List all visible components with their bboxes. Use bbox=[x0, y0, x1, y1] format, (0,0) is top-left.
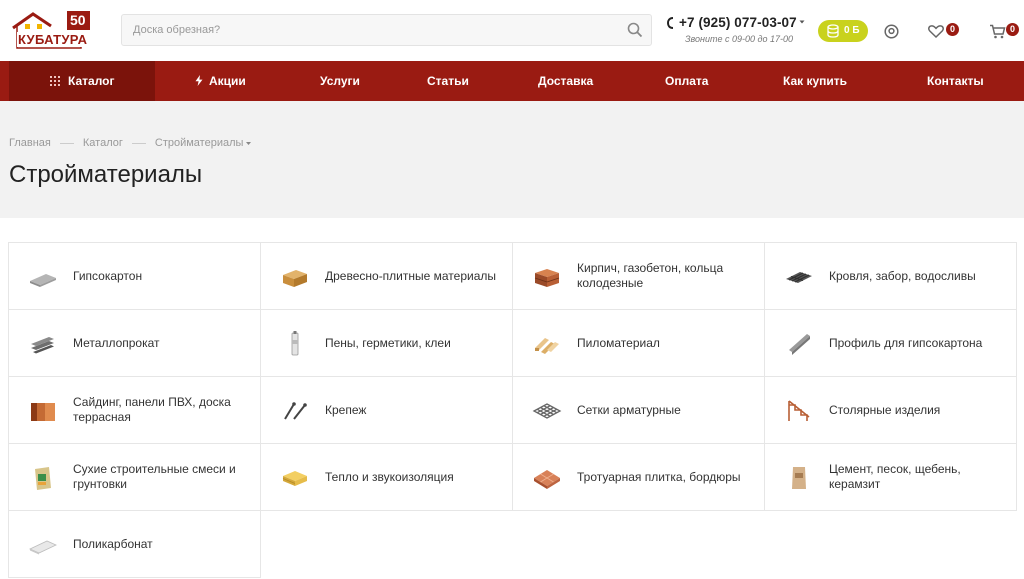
nav-item-label: Контакты bbox=[927, 74, 984, 88]
nav-item-services[interactable]: Услуги bbox=[320, 61, 360, 101]
category-label: Пены, герметики, клеи bbox=[325, 335, 451, 350]
metal-profile-icon bbox=[31, 337, 54, 354]
category-card[interactable]: Поликарбонат bbox=[8, 510, 261, 578]
category-label: Сетки арматурные bbox=[577, 402, 681, 417]
favorites-count-badge: 0 bbox=[946, 23, 959, 36]
drywall-icon bbox=[30, 274, 56, 287]
cart-count-badge: 0 bbox=[1006, 23, 1019, 36]
main-nav: Каталог Акции Услуги Статьи Доставка Опл… bbox=[0, 61, 1024, 101]
nav-item-articles[interactable]: Статьи bbox=[427, 61, 469, 101]
bonus-balance: 0 Б bbox=[844, 25, 860, 36]
dry-mix-bag-icon bbox=[35, 467, 51, 490]
grid-menu-icon bbox=[50, 76, 60, 86]
siding-icon bbox=[31, 403, 55, 421]
phone-number[interactable]: +7 (925) 077-03-07 bbox=[679, 15, 797, 30]
category-card[interactable]: Столярные изделия bbox=[764, 376, 1017, 444]
category-card[interactable]: Профиль для гипсокартона bbox=[764, 309, 1017, 377]
coins-icon bbox=[827, 24, 839, 38]
paving-tile-icon bbox=[534, 470, 560, 489]
nav-item-label: Услуги bbox=[320, 74, 360, 88]
category-label: Гипсокартон bbox=[73, 268, 143, 283]
category-card[interactable]: Тепло и звукоизоляция bbox=[260, 443, 513, 511]
nav-item-how-to-buy[interactable]: Как купить bbox=[783, 61, 847, 101]
category-label: Кровля, забор, водосливы bbox=[829, 268, 976, 283]
category-label: Пиломатериал bbox=[577, 335, 660, 350]
chevron-down-icon[interactable] bbox=[246, 141, 252, 146]
user-account-icon[interactable] bbox=[884, 24, 899, 39]
nav-item-label: Оплата bbox=[665, 74, 709, 88]
category-label: Крепеж bbox=[325, 402, 367, 417]
insulation-icon bbox=[282, 471, 307, 486]
category-card[interactable]: Крепеж bbox=[260, 376, 513, 444]
category-label: Древесно-плитные материалы bbox=[325, 268, 497, 283]
wood-board-icon bbox=[283, 270, 307, 287]
category-card[interactable]: Сетки арматурные bbox=[512, 376, 765, 444]
category-card[interactable]: Гипсокартон bbox=[8, 242, 261, 310]
phone-icon bbox=[667, 17, 674, 29]
category-label: Металлопрокат bbox=[73, 335, 160, 350]
category-label: Цемент, песок, щебень, керамзит bbox=[829, 462, 961, 491]
category-label: Поликарбонат bbox=[73, 536, 153, 551]
breadcrumb-catalog-link[interactable]: Каталог bbox=[83, 137, 123, 149]
logo-badge: 50 bbox=[70, 12, 86, 28]
category-label: Тепло и звукоизоляция bbox=[325, 469, 454, 484]
category-card[interactable]: Кровля, забор, водосливы bbox=[764, 242, 1017, 310]
page-header: Главная Каталог Стройматериалы Стройматери… bbox=[0, 101, 1024, 218]
breadcrumb-home-link[interactable]: Главная bbox=[9, 137, 51, 149]
heart-icon[interactable] bbox=[928, 25, 944, 38]
nav-item-delivery[interactable]: Доставка bbox=[538, 61, 593, 101]
category-card[interactable]: Металлопрокат bbox=[8, 309, 261, 377]
breadcrumb-separator bbox=[131, 142, 146, 144]
site-logo[interactable]: 50 КУБАТУРА bbox=[11, 10, 93, 52]
cement-bag-icon bbox=[792, 467, 806, 489]
brick-icon bbox=[534, 269, 560, 287]
category-card[interactable]: Древесно-плитные материалы bbox=[260, 242, 513, 310]
category-card[interactable]: Кирпич, газобетон, кольца колодезные bbox=[512, 242, 765, 310]
nav-item-label: Каталог bbox=[68, 74, 115, 88]
fastener-icon bbox=[284, 402, 307, 420]
category-label: Сайдинг, панели ПВХ, доска террасная bbox=[73, 395, 231, 424]
mesh-icon bbox=[532, 403, 562, 419]
site-header: 50 КУБАТУРА +7 (925) 077-03-07 Звоните с… bbox=[0, 0, 1024, 61]
chevron-down-icon[interactable] bbox=[799, 19, 805, 25]
stairs-icon bbox=[788, 400, 810, 421]
nav-item-label: Статьи bbox=[427, 74, 469, 88]
category-card[interactable]: Сухие строительные смеси и грунтовки bbox=[8, 443, 261, 511]
category-card[interactable]: Пены, герметики, клеи bbox=[260, 309, 513, 377]
search-icon[interactable] bbox=[627, 22, 643, 38]
phone-block: +7 (925) 077-03-07 Звоните с 09-00 до 17… bbox=[667, 15, 812, 47]
nav-item-promotions[interactable]: Акции bbox=[195, 61, 246, 101]
nav-item-contacts[interactable]: Контакты bbox=[927, 61, 984, 101]
search-box bbox=[121, 14, 652, 46]
breadcrumb: Главная Каталог Стройматериалы bbox=[9, 137, 252, 149]
category-label: Сухие строительные смеси и грунтовки bbox=[73, 462, 236, 491]
drywall-profile-icon bbox=[789, 334, 810, 355]
breadcrumb-current[interactable]: Стройматериалы bbox=[155, 137, 244, 149]
search-input[interactable] bbox=[122, 15, 612, 45]
cart-icon[interactable] bbox=[989, 24, 1006, 39]
lumber-icon bbox=[535, 338, 559, 354]
nav-item-label: Акции bbox=[209, 74, 246, 88]
logo-text: КУБАТУРА bbox=[17, 32, 89, 47]
working-hours: Звоните с 09-00 до 17-00 bbox=[685, 34, 794, 44]
bonus-balance-button[interactable]: 0 Б bbox=[818, 20, 868, 42]
roofing-icon bbox=[786, 272, 812, 283]
polycarbonate-icon bbox=[29, 540, 57, 555]
category-label: Столярные изделия bbox=[829, 402, 941, 417]
category-card[interactable]: Пиломатериал bbox=[512, 309, 765, 377]
category-card[interactable]: Тротуарная плитка, бордюры bbox=[512, 443, 765, 511]
nav-item-label: Доставка bbox=[538, 74, 594, 88]
nav-item-payment[interactable]: Оплата bbox=[665, 61, 708, 101]
breadcrumb-separator bbox=[59, 142, 74, 144]
nav-item-catalog[interactable]: Каталог bbox=[9, 61, 155, 101]
category-label: Кирпич, газобетон, кольца колодезные bbox=[577, 261, 724, 290]
page-title: Стройматериалы bbox=[9, 161, 203, 188]
category-label: Профиль для гипсокартона bbox=[829, 335, 983, 350]
category-card[interactable]: Цемент, песок, щебень, керамзит bbox=[764, 443, 1017, 511]
category-label: Тротуарная плитка, бордюры bbox=[577, 469, 741, 484]
nav-item-label: Как купить bbox=[783, 74, 848, 88]
category-card[interactable]: Сайдинг, панели ПВХ, доска террасная bbox=[8, 376, 261, 444]
lightning-icon bbox=[195, 75, 203, 87]
sealant-tube-icon bbox=[291, 331, 299, 356]
